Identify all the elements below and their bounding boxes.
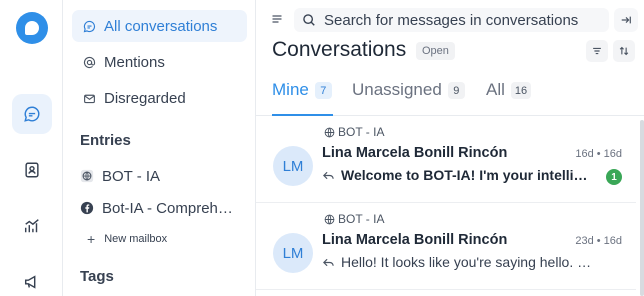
conversation-sidebar: All conversations Mentions Disregarded E… (63, 0, 256, 296)
globe-icon (324, 127, 335, 137)
chat-bubble-icon (24, 106, 40, 122)
app-logo[interactable] (16, 12, 48, 44)
list-scrollbar[interactable] (640, 120, 644, 296)
at-icon (82, 55, 96, 69)
last-message-preview: Hello! It looks like you're saying hello… (322, 254, 592, 270)
unread-count-badge: 1 (606, 169, 622, 185)
top-bar (256, 0, 644, 38)
search-icon (303, 14, 315, 26)
avatar: LM (273, 233, 313, 273)
inbox-label: Bot-IA - Compreh… (102, 199, 233, 217)
conversation-timestamp: 16d • 16d (575, 148, 622, 160)
tab-count: 9 (447, 82, 465, 99)
sidebar-item-disregarded[interactable]: Disregarded (72, 82, 247, 114)
menu-icon[interactable] (270, 12, 284, 26)
reports-nav-button[interactable] (12, 206, 52, 246)
entries-section-title: Entries (80, 132, 131, 149)
avatar: LM (273, 146, 313, 186)
tab-count: 16 (510, 82, 532, 99)
reply-icon (323, 171, 334, 179)
sort-button[interactable] (613, 40, 635, 62)
page-title: Conversations (272, 38, 407, 61)
last-message-preview: Welcome to BOT-IA! I'm your intelligent … (322, 167, 592, 183)
logo-mark (25, 21, 39, 35)
plus-icon: + (87, 231, 96, 247)
new-mailbox-label: New mailbox (104, 233, 168, 245)
filter-icon (593, 47, 601, 55)
contact-name: Lina Marcela Bonill Rincón (322, 232, 508, 248)
sidebar-inbox-bot-ia[interactable]: BOT - IA (80, 164, 250, 188)
mail-open-icon (82, 91, 96, 105)
sidebar-item-label: All conversations (104, 17, 218, 35)
tab-label: Mine (272, 80, 309, 99)
tab-count: 7 (314, 82, 332, 99)
contact-name: Lina Marcela Bonill Rincón (322, 145, 508, 161)
search-input[interactable] (324, 11, 604, 29)
sidebar-item-all-conversations[interactable]: All conversations (72, 10, 247, 42)
tab-all[interactable]: All 16 (486, 74, 532, 116)
message-text: Welcome to BOT-IA! I'm your intelligent … (341, 167, 592, 183)
conversation-item[interactable]: BOT - IA LM Lina Marcela Bonill Rincón 1… (256, 117, 636, 203)
globe-icon (80, 169, 94, 183)
new-mailbox-button[interactable]: + New mailbox (87, 231, 167, 247)
globe-icon (324, 214, 335, 224)
campaigns-nav-button[interactable] (12, 262, 52, 296)
primary-rail (0, 0, 63, 296)
conversation-inbox-label: BOT - IA (338, 125, 385, 139)
sidebar-item-label: Disregarded (104, 89, 186, 107)
message-text: Hello! It looks like you're saying hello… (341, 254, 592, 270)
chat-bubble-icon (82, 19, 96, 33)
tab-unassigned[interactable]: Unassigned 9 (352, 74, 465, 116)
filter-button[interactable] (586, 40, 608, 62)
megaphone-icon (24, 275, 36, 289)
facebook-icon (80, 201, 94, 215)
inbox-label: BOT - IA (102, 167, 161, 185)
sidebar-inbox-bot-ia-facebook[interactable]: Bot-IA - Compreh… (80, 196, 250, 220)
reply-icon (323, 258, 334, 266)
conversations-nav-button[interactable] (12, 94, 52, 134)
tab-label: Unassigned (352, 80, 442, 99)
tab-label: All (486, 80, 505, 99)
assignee-tabs: Mine 7 Unassigned 9 All 16 (256, 74, 644, 116)
conversation-inbox-tag: BOT - IA (324, 125, 384, 139)
status-filter-badge[interactable]: Open (416, 42, 455, 60)
contact-card-icon (25, 162, 39, 178)
chart-trend-icon (24, 219, 39, 233)
search-bar[interactable] (294, 8, 609, 32)
sidebar-item-mentions[interactable]: Mentions (72, 46, 247, 78)
conversation-list-panel: Conversations Open Mine 7 Unassigned 9 A… (256, 0, 644, 296)
collapse-panel-button[interactable] (614, 8, 638, 32)
conversation-timestamp: 23d • 16d (575, 235, 622, 247)
contacts-nav-button[interactable] (12, 150, 52, 190)
tab-mine[interactable]: Mine 7 (272, 74, 333, 116)
arrow-to-right-icon (621, 16, 631, 24)
sort-arrows-icon (619, 46, 629, 56)
conversation-inbox-label: BOT - IA (338, 212, 385, 226)
conversation-item[interactable]: BOT - IA LM Lina Marcela Bonill Rincón 2… (256, 204, 636, 290)
tags-section-title: Tags (80, 268, 114, 285)
conversation-inbox-tag: BOT - IA (324, 212, 384, 226)
sidebar-item-label: Mentions (104, 53, 165, 71)
